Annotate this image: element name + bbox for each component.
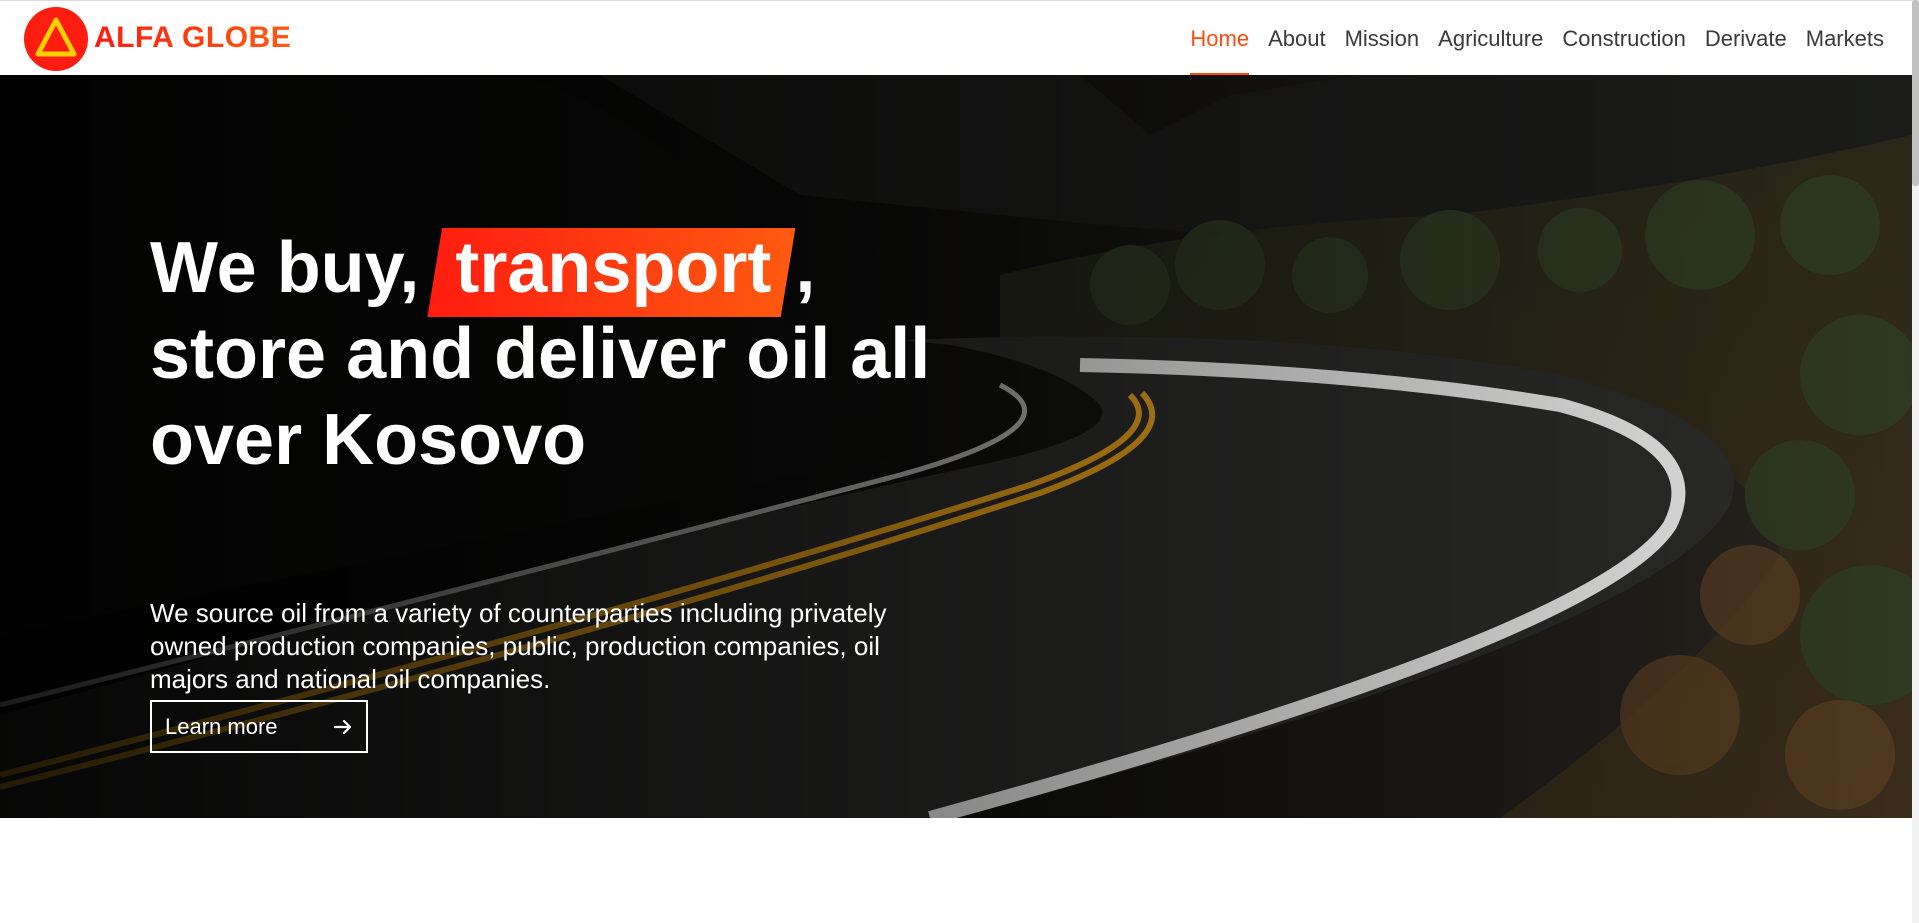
hero-headline: We buy, transport, store and deliver oil …	[150, 225, 970, 483]
nav-construction[interactable]: Construction	[1562, 1, 1686, 76]
scrollbar-thumb[interactable]	[1912, 0, 1919, 186]
site-header: ALFA GLOBE Home About Mission Agricultur…	[0, 0, 1912, 76]
page-margin	[0, 818, 150, 923]
page: ALFA GLOBE Home About Mission Agricultur…	[0, 0, 1912, 923]
content-card	[150, 818, 1912, 923]
nav-construction-label: Construction	[1562, 26, 1686, 51]
main-nav: Home About Mission Agriculture Construct…	[1171, 1, 1884, 76]
highlight-word: transport	[455, 228, 772, 308]
hero-subtext: We source oil from a variety of counterp…	[150, 598, 887, 694]
nav-derivate[interactable]: Derivate	[1705, 1, 1787, 76]
nav-home-label: Home	[1190, 26, 1250, 51]
nav-markets-label: Markets	[1805, 26, 1884, 51]
nav-mission[interactable]: Mission	[1345, 1, 1420, 76]
headline-comma: ,	[795, 228, 816, 308]
nav-agriculture[interactable]: Agriculture	[1438, 1, 1543, 76]
nav-about[interactable]: About	[1268, 1, 1326, 76]
nav-markets[interactable]: Markets	[1806, 1, 1884, 76]
headline-rest: store and deliver oil all over Kosovo	[150, 314, 931, 480]
headline-start: We buy,	[150, 228, 420, 308]
learn-more-label: Learn more	[165, 713, 278, 739]
learn-more-button[interactable]: Learn more	[150, 700, 368, 753]
nav-mission-label: Mission	[1344, 26, 1420, 51]
page-scrollbar[interactable]	[1912, 0, 1919, 923]
nav-derivate-label: Derivate	[1704, 26, 1787, 51]
triangle-logo-icon[interactable]	[24, 7, 88, 71]
nav-agriculture-label: Agriculture	[1438, 26, 1544, 51]
headline-highlight: transport	[427, 225, 796, 317]
nav-home[interactable]: Home	[1190, 1, 1250, 76]
arrow-right-icon	[333, 719, 352, 734]
nav-about-label: About	[1268, 26, 1326, 51]
brand-name[interactable]: ALFA GLOBE	[94, 21, 291, 55]
